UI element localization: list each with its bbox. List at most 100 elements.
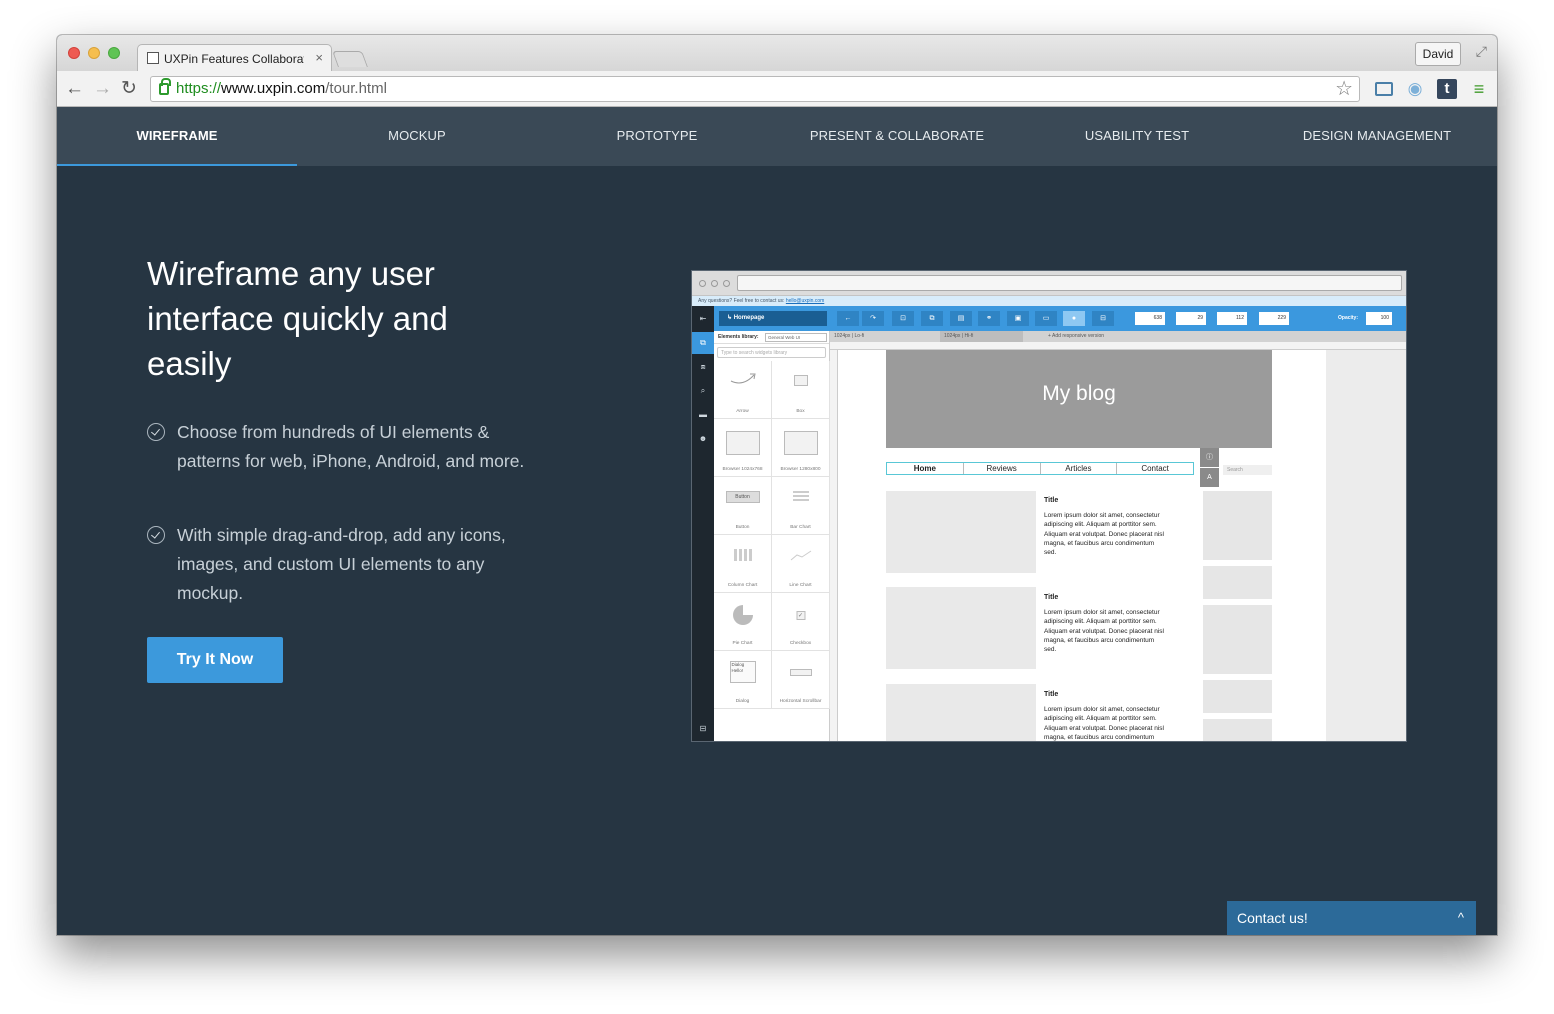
check-icon (147, 526, 165, 544)
preview-blog-hero: My blog (886, 350, 1272, 448)
preview-widget-search: Type to search widgets library (717, 347, 826, 358)
contact-us-widget[interactable]: Contact us! ^ (1227, 901, 1476, 935)
nav-prototype[interactable]: PROTOTYPE (537, 107, 777, 166)
preview-width-field: 638 (1135, 312, 1165, 325)
address-bar[interactable]: https://www.uxpin.com/tour.html ☆ (150, 76, 1360, 102)
close-window-icon[interactable] (68, 47, 80, 59)
widget-box: Box (772, 361, 830, 419)
nav-mockup[interactable]: MOCKUP (297, 107, 537, 166)
preview-select-icon: ⊡ (892, 311, 914, 326)
feature-item: With simple drag-and-drop, add any icons… (147, 521, 537, 608)
preview-article-image (886, 491, 1036, 573)
preview-sidebar-box (1203, 719, 1272, 741)
minimize-window-icon[interactable] (88, 47, 100, 59)
preview-canvas-tab: 1024px | Lo-fi (834, 333, 865, 339)
fullscreen-icon[interactable]: ⤢ (1476, 43, 1487, 60)
bar-chart-shape-icon (792, 491, 809, 501)
nav-wireframe[interactable]: WIREFRAME (57, 107, 297, 166)
preview-library-label: Elements library: (718, 334, 759, 340)
preview-sidebar-box (1203, 605, 1272, 674)
checkbox-shape-icon: ✓ (796, 611, 805, 620)
preview-homepage-label: Homepage (733, 315, 765, 321)
preview-height-field: 29 (1176, 312, 1206, 325)
widget-browser-1280: Browser 1280x800 (772, 419, 830, 477)
button-shape-icon: Button (725, 491, 760, 503)
preview-preview-icon: ⊟ (1092, 311, 1114, 326)
preview-address-bar (737, 275, 1402, 291)
screen-capture-icon[interactable] (1375, 82, 1393, 96)
preview-horizontal-ruler (830, 342, 1406, 350)
widget-checkbox: ✓ Checkbox (772, 593, 830, 651)
site-nav: WIREFRAME MOCKUP PROTOTYPE PRESENT & COL… (57, 107, 1497, 166)
preview-article-title: Title (1044, 497, 1059, 504)
widget-label: Line Chart (789, 583, 812, 588)
widget-browser-1024: Browser 1024x768 (714, 419, 772, 477)
preview-blog-nav-item: Reviews (964, 463, 1041, 474)
tumblr-icon[interactable]: t (1437, 79, 1457, 99)
star-icon[interactable]: ☆ (1335, 77, 1353, 101)
url-path: /tour.html (325, 80, 387, 97)
widget-label: Arrow (736, 409, 749, 414)
check-icon (147, 423, 165, 441)
camera-icon[interactable]: ◉ (1405, 79, 1425, 99)
feature-item: Choose from hundreds of UI elements & pa… (147, 418, 537, 476)
url-host: www.uxpin.com (221, 80, 326, 97)
dialog-shape-text: Hello! (731, 668, 744, 673)
preview-user-icon: ☻ (698, 434, 708, 443)
preview-exit-icon: ⇤ (699, 314, 707, 323)
preview-sidebar-box (1203, 566, 1272, 599)
preview-duplicate-icon: ⧉ (921, 311, 943, 326)
preview-layer-icon: ● (1063, 311, 1085, 326)
widget-label: Bar Chart (790, 525, 811, 530)
new-tab-button[interactable] (332, 51, 368, 67)
preview-article-title: Title (1044, 594, 1059, 601)
tab-close-icon[interactable]: × (315, 50, 323, 65)
menu-icon[interactable]: ≡ (1469, 79, 1489, 99)
widget-label: Pie Chart (732, 641, 753, 646)
preview-toolbar: ↳ Homepage ← ↷ ⊡ ⧉ ▤ ⚭ ▣ ▭ ● ⊟ 638 29 11… (692, 306, 1406, 331)
preview-dot-icon (711, 280, 718, 287)
contact-us-label: Contact us! (1237, 910, 1308, 926)
preview-dot-icon (699, 280, 706, 287)
feature-text: With simple drag-and-drop, add any icons… (177, 525, 506, 603)
nav-present-collaborate[interactable]: PRESENT & COLLABORATE (777, 107, 1017, 166)
url-scheme: https:// (176, 80, 222, 97)
nav-design-management[interactable]: DESIGN MANAGEMENT (1257, 107, 1497, 166)
forward-icon[interactable]: → (93, 79, 112, 98)
box-shape-icon (793, 375, 808, 386)
widget-pie-chart: Pie Chart (714, 593, 772, 651)
widget-arrow: Arrow (714, 361, 772, 419)
preview-redo-icon: ↷ (862, 311, 884, 326)
preview-settings-icon: ⊟ (699, 724, 707, 733)
dialog-shape-title: Dialog (731, 662, 745, 667)
browser-shape-icon (783, 431, 818, 455)
chevron-up-icon[interactable]: ^ (1458, 901, 1464, 935)
preview-left-toolbar: ⇤ ⧉ ⧈ ⌕ ▬ ☻ ⊟ (692, 306, 714, 741)
preview-vertical-ruler (830, 350, 838, 741)
preview-notice-text: Any questions? Feel free to contact us: (698, 298, 785, 304)
preview-notice-link: hello@uxpin.com (785, 298, 825, 304)
scrollbar-shape-icon (789, 669, 812, 676)
preview-blog-nav-item: Articles (1041, 463, 1118, 474)
reload-icon[interactable]: ↻ (121, 79, 137, 98)
preview-canvas-tabs: 1024px | Lo-fi 1024px | Hi-fi + Add resp… (830, 331, 1406, 342)
preview-article-body: Lorem ipsum dolor sit amet, consectetur … (1044, 512, 1164, 557)
app-preview-image: Any questions? Feel free to contact us: … (691, 270, 1407, 742)
browser-tab[interactable]: UXPin Features Collaborati × (137, 44, 332, 71)
try-it-now-button[interactable]: Try It Now (147, 637, 283, 683)
widget-bar-chart: Bar Chart (772, 477, 830, 535)
preview-blog-nav: Home Reviews Articles Contact (886, 462, 1194, 475)
preview-page: My blog Home Reviews Articles Contact ⓘ … (838, 350, 1326, 741)
dialog-shape-icon: Dialog Hello! (729, 661, 756, 683)
widget-label: Button (735, 525, 750, 530)
preview-elements-icon: ⧉ (692, 332, 714, 354)
preview-article-body: Lorem ipsum dolor sit amet, consectetur … (1044, 609, 1164, 654)
preview-homepage-select: ↳ Homepage (719, 311, 827, 326)
widget-label: Checkbox (789, 641, 812, 646)
profile-button[interactable]: David (1415, 42, 1461, 66)
maximize-window-icon[interactable] (108, 47, 120, 59)
nav-usability-test[interactable]: USABILITY TEST (1017, 107, 1257, 166)
back-icon[interactable]: ← (65, 79, 84, 98)
preview-notice: Any questions? Feel free to contact us: … (692, 296, 1406, 306)
preview-elements-panel: Elements library: General Web UI Type to… (714, 331, 830, 741)
